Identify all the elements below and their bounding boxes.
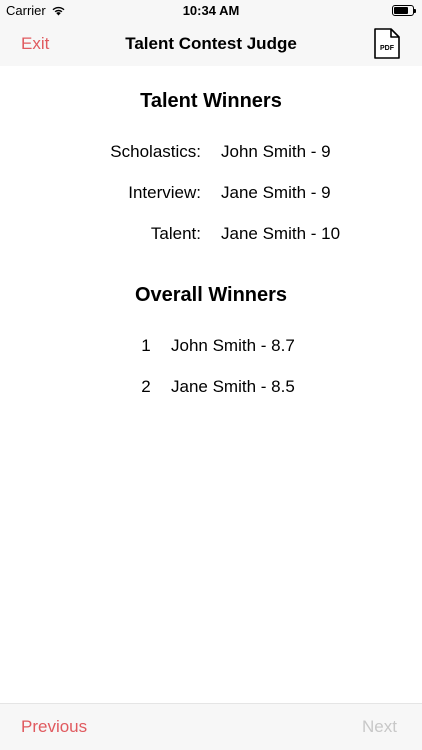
pdf-export-icon[interactable]: PDF — [374, 28, 400, 59]
bottom-toolbar: Previous Next — [0, 703, 422, 750]
category-label: Talent: — [150, 224, 201, 243]
navigation-bar: Exit Talent Contest Judge PDF — [0, 22, 422, 66]
overall-row-1: 1 John Smith - 8.7 — [0, 336, 422, 360]
talent-row-interview: Interview: Jane Smith - 9 — [0, 183, 422, 207]
talent-winners-title: Talent Winners — [140, 90, 282, 112]
winner-value: Jane Smith - 8.5 — [171, 377, 295, 396]
previous-button[interactable]: Previous — [21, 717, 87, 737]
winner-value: Jane Smith - 10 — [221, 224, 341, 243]
page-title: Talent Contest Judge — [125, 34, 297, 53]
status-bar: Carrier 10:34 AM — [0, 0, 422, 22]
overall-row-2: 2 Jane Smith - 8.5 — [0, 377, 422, 401]
category-label: Scholastics: — [110, 142, 201, 161]
talent-row-talent: Talent: Jane Smith - 10 — [0, 224, 422, 248]
battery-level — [394, 7, 408, 14]
pdf-icon-label: PDF — [380, 45, 395, 52]
next-button[interactable]: Next — [362, 717, 397, 737]
talent-row-scholastics: Scholastics: John Smith - 9 — [0, 142, 422, 166]
battery-icon — [392, 5, 416, 16]
winner-value: John Smith - 9 — [221, 142, 331, 161]
rank-number: 2 — [141, 377, 151, 396]
winner-value: John Smith - 8.7 — [171, 336, 295, 355]
overall-winners-title: Overall Winners — [134, 284, 288, 306]
category-label: Interview: — [128, 183, 201, 202]
status-time: 10:34 AM — [182, 3, 240, 18]
winner-value: Jane Smith - 9 — [221, 183, 331, 202]
rank-number: 1 — [141, 336, 151, 355]
